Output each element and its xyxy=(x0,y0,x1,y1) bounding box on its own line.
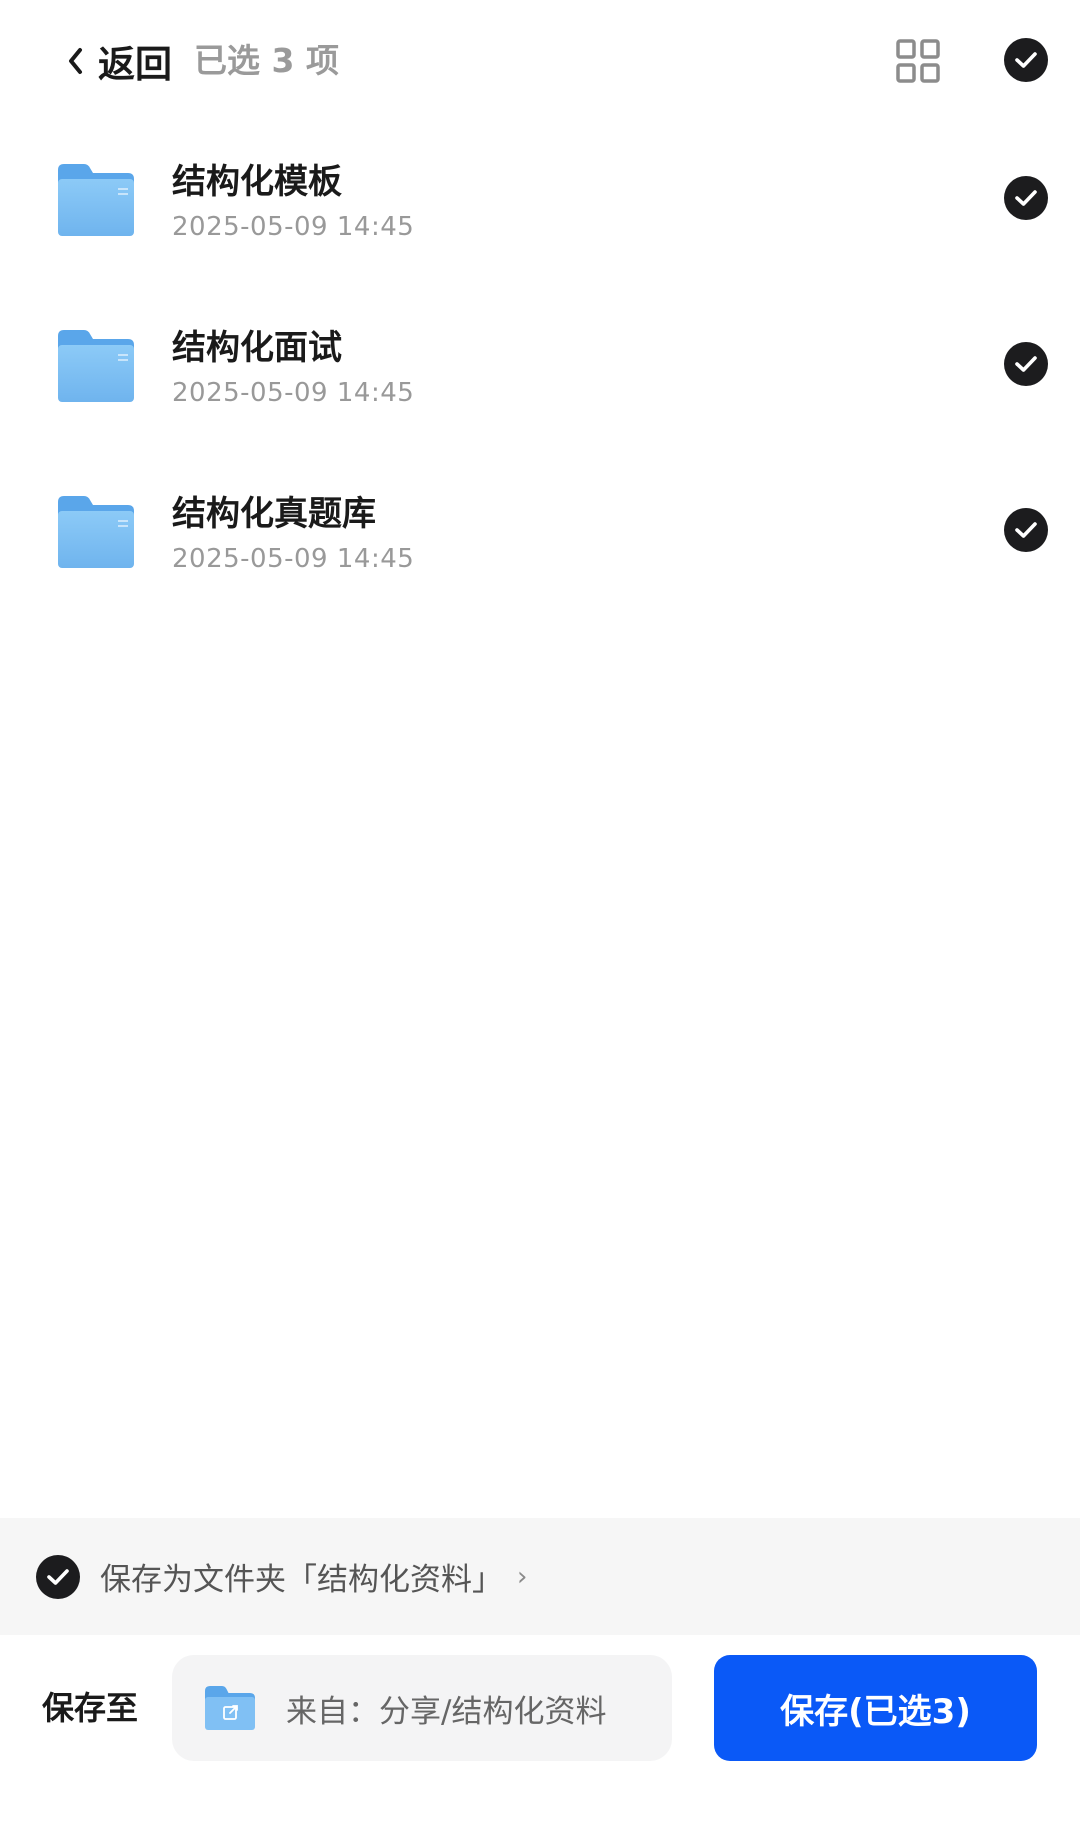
file-date: 2025-05-09 14:45 xyxy=(172,212,415,242)
folder-icon xyxy=(56,328,136,404)
destination-path: 来自：分享/结构化资料 xyxy=(286,1693,607,1730)
back-label: 返回 xyxy=(98,43,172,86)
file-date: 2025-05-09 14:45 xyxy=(172,544,415,574)
folder-link-icon xyxy=(204,1685,256,1731)
row-checkbox[interactable] xyxy=(1004,176,1048,220)
select-all-button[interactable] xyxy=(1004,38,1048,82)
grid-view-icon[interactable] xyxy=(896,39,940,83)
check-circle-icon xyxy=(1004,38,1048,82)
check-circle-icon xyxy=(1004,508,1048,552)
list-item[interactable]: 结构化模板 2025-05-09 14:45 xyxy=(0,124,1080,290)
save-to-label: 保存至 xyxy=(42,1689,139,1727)
check-circle-icon xyxy=(1004,342,1048,386)
file-name: 结构化模板 xyxy=(172,162,342,202)
file-name: 结构化真题库 xyxy=(172,494,376,534)
save-as-folder-option[interactable]: 保存为文件夹「结构化资料」 › xyxy=(0,1518,1080,1635)
save-as-label: 保存为文件夹「结构化资料」 xyxy=(100,1562,503,1598)
list-item[interactable]: 结构化真题库 2025-05-09 14:45 xyxy=(0,456,1080,622)
list-item[interactable]: 结构化面试 2025-05-09 14:45 xyxy=(0,290,1080,456)
check-circle-icon xyxy=(36,1554,80,1599)
selected-count: 已选 3 项 xyxy=(194,41,339,80)
chevron-right-icon: › xyxy=(517,1561,528,1592)
header: 返回 已选 3 项 xyxy=(0,0,1080,124)
chevron-left-icon xyxy=(60,41,90,81)
bottom-action-bar: 保存至 来自：分享/结构化资料 保存(已选3) xyxy=(0,1635,1080,1834)
check-circle-icon xyxy=(1004,176,1048,220)
file-date: 2025-05-09 14:45 xyxy=(172,378,415,408)
file-name: 结构化面试 xyxy=(172,328,342,368)
row-checkbox[interactable] xyxy=(1004,342,1048,386)
folder-icon xyxy=(56,162,136,238)
folder-icon xyxy=(56,494,136,570)
destination-selector[interactable]: 来自：分享/结构化资料 xyxy=(172,1655,672,1761)
back-button[interactable]: 返回 xyxy=(60,30,172,92)
save-button[interactable]: 保存(已选3) xyxy=(714,1655,1037,1761)
save-as-checkbox[interactable] xyxy=(36,1554,80,1599)
row-checkbox[interactable] xyxy=(1004,508,1048,552)
file-list: 结构化模板 2025-05-09 14:45 结构化面试 2025-05-09 … xyxy=(0,124,1080,622)
